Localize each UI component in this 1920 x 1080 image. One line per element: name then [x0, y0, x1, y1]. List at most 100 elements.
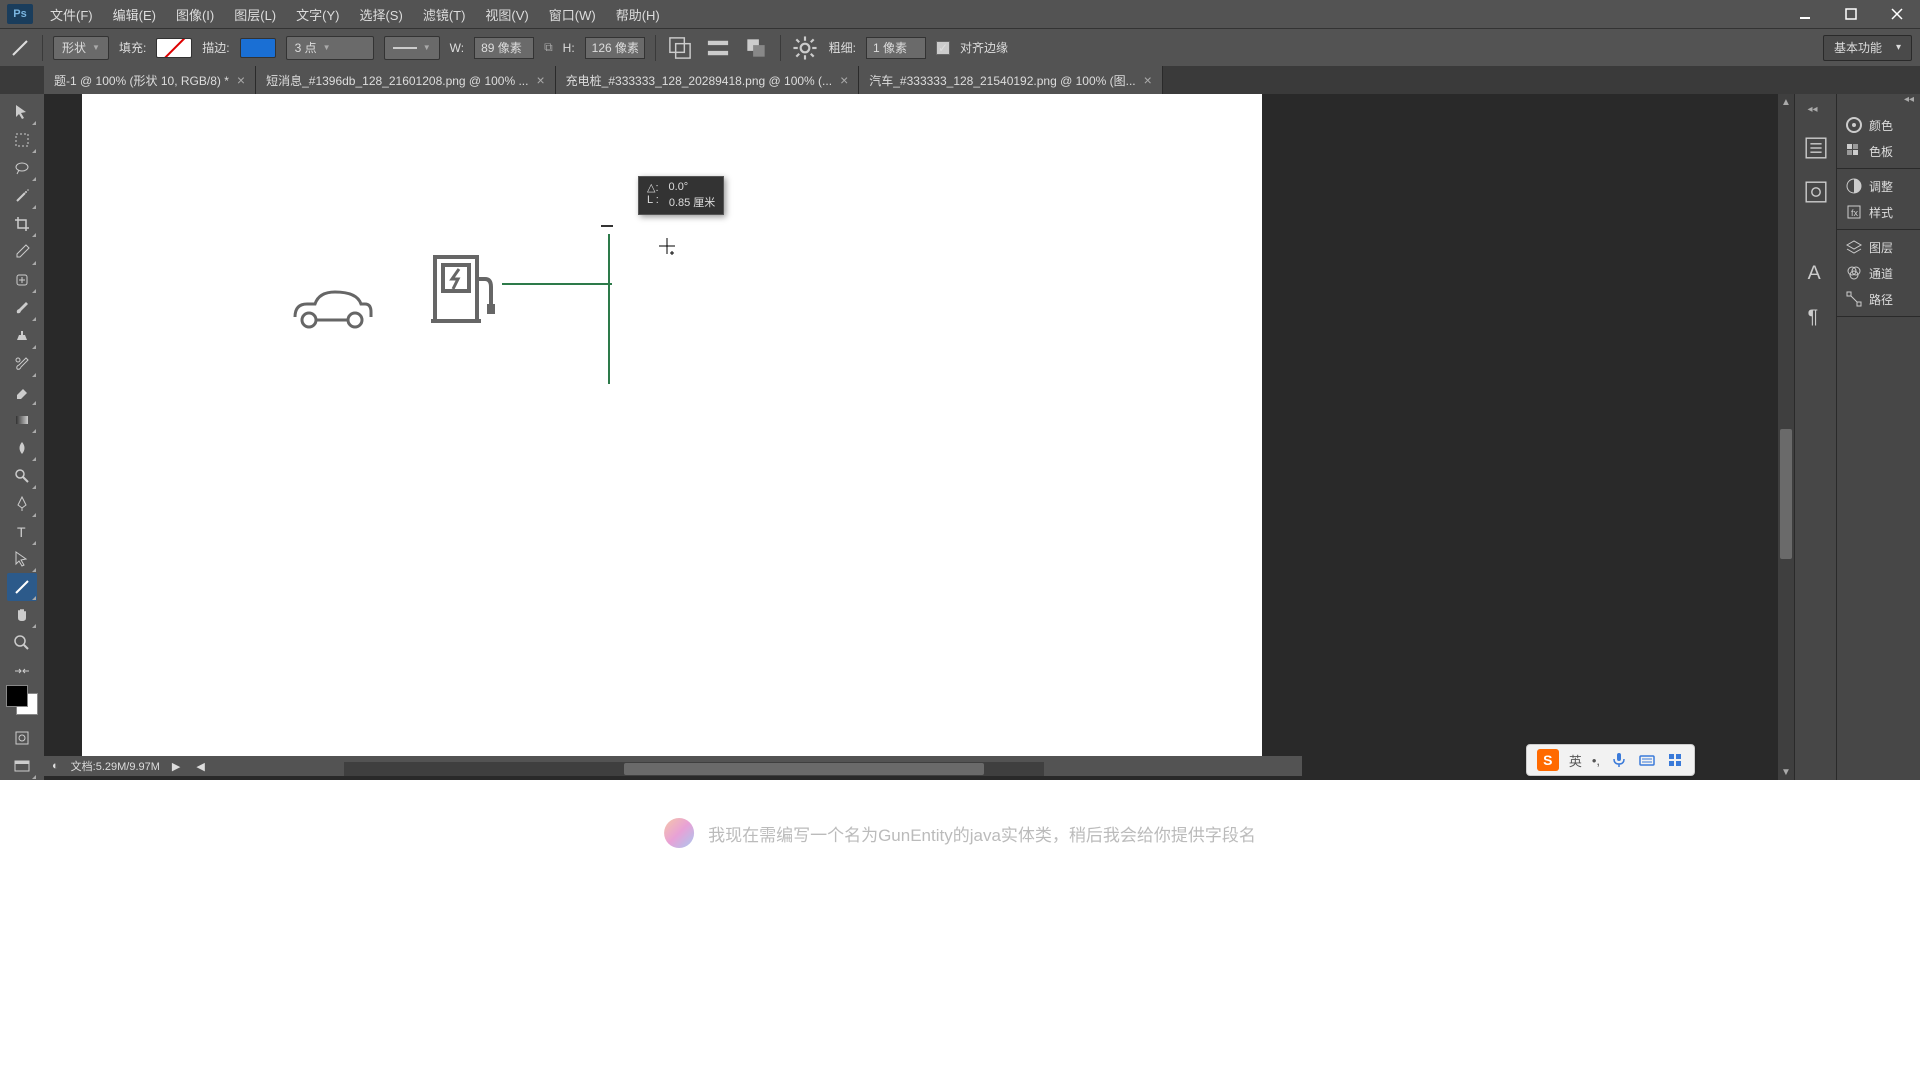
expand-panels-icon[interactable]: ◂◂: [1807, 104, 1823, 118]
character-panel-icon[interactable]: A: [1802, 258, 1830, 286]
menu-view[interactable]: 视图(V): [475, 5, 538, 24]
horizontal-scroll-thumb[interactable]: [624, 763, 984, 775]
properties-panel-icon[interactable]: [1802, 178, 1830, 206]
document-canvas[interactable]: △:0.0° L :0.85 厘米: [82, 94, 1262, 764]
menu-edit[interactable]: 编辑(E): [103, 5, 166, 24]
brush-tool[interactable]: [7, 294, 37, 322]
menu-layer[interactable]: 图层(L): [224, 5, 286, 24]
document-tabs: 题-1 @ 100% (形状 10, RGB/8) *× 短消息_#1396db…: [0, 66, 1920, 94]
close-icon[interactable]: ×: [237, 72, 245, 88]
height-label: H:: [563, 41, 575, 55]
minimize-button[interactable]: [1782, 0, 1828, 28]
menu-filter[interactable]: 滤镜(T): [413, 5, 476, 24]
clone-stamp-tool[interactable]: [7, 322, 37, 350]
status-menu-arrow-icon[interactable]: ▶: [172, 760, 180, 773]
panel-channels[interactable]: 通道: [1837, 260, 1920, 286]
width-input[interactable]: [474, 37, 534, 59]
ime-lang[interactable]: 英: [1569, 751, 1582, 770]
magic-wand-tool[interactable]: [7, 182, 37, 210]
menu-help[interactable]: 帮助(H): [606, 5, 670, 24]
ime-punct-icon[interactable]: •,: [1592, 753, 1600, 768]
keyboard-icon[interactable]: [1638, 751, 1656, 769]
path-arrange-icon[interactable]: [742, 36, 770, 60]
collapse-panels-icon[interactable]: ◂◂: [1837, 94, 1920, 108]
screen-mode-icon[interactable]: [7, 752, 37, 780]
panel-swatches[interactable]: 色板: [1837, 138, 1920, 164]
eraser-tool[interactable]: [7, 378, 37, 406]
close-icon[interactable]: ×: [840, 72, 848, 88]
panel-layers[interactable]: 图层: [1837, 234, 1920, 260]
dodge-tool[interactable]: [7, 462, 37, 490]
align-edges-checkbox[interactable]: ✓: [936, 41, 950, 55]
menu-type[interactable]: 文字(Y): [286, 5, 349, 24]
panel-color[interactable]: 颜色: [1837, 112, 1920, 138]
type-tool[interactable]: T: [7, 518, 37, 546]
ime-toolbar[interactable]: S 英 •,: [1526, 744, 1695, 776]
height-input[interactable]: [585, 37, 645, 59]
thickness-input[interactable]: [866, 37, 926, 59]
menu-window[interactable]: 窗口(W): [539, 5, 606, 24]
pen-tool[interactable]: [7, 490, 37, 518]
healing-brush-tool[interactable]: [7, 266, 37, 294]
close-icon[interactable]: ×: [1144, 72, 1152, 88]
title-bar: Ps 文件(F) 编辑(E) 图像(I) 图层(L) 文字(Y) 选择(S) 滤…: [0, 0, 1920, 28]
stroke-swatch[interactable]: [240, 38, 276, 58]
panel-styles[interactable]: fx样式: [1837, 199, 1920, 225]
panel-adjustments[interactable]: 调整: [1837, 173, 1920, 199]
path-selection-tool[interactable]: [7, 546, 37, 574]
menu-file[interactable]: 文件(F): [40, 5, 103, 24]
menu-select[interactable]: 选择(S): [349, 5, 412, 24]
tab-doc-1[interactable]: 题-1 @ 100% (形状 10, RGB/8) *×: [44, 66, 256, 94]
history-brush-tool[interactable]: [7, 350, 37, 378]
fill-swatch[interactable]: [156, 38, 192, 58]
gradient-tool[interactable]: [7, 406, 37, 434]
car-icon: [287, 282, 377, 332]
blur-tool[interactable]: [7, 434, 37, 462]
stroke-style-select[interactable]: [384, 36, 440, 60]
link-wh-icon[interactable]: ⧉: [544, 40, 553, 55]
history-panel-icon[interactable]: [1802, 134, 1830, 162]
scroll-down-arrow-icon[interactable]: ▼: [1778, 764, 1794, 780]
scroll-up-arrow-icon[interactable]: ▲: [1778, 94, 1794, 110]
gear-icon[interactable]: [791, 36, 819, 60]
tab-doc-3[interactable]: 充电桩_#333333_128_20289418.png @ 100% (...…: [556, 66, 860, 94]
move-tool[interactable]: [7, 98, 37, 126]
current-tool-icon[interactable]: [8, 36, 32, 60]
shape-handle: [601, 224, 613, 228]
microphone-icon[interactable]: [1610, 751, 1628, 769]
close-button[interactable]: [1874, 0, 1920, 28]
path-operations-icon[interactable]: [666, 36, 694, 60]
sogou-logo-icon[interactable]: S: [1537, 749, 1559, 771]
shape-mode-select[interactable]: 形状: [53, 36, 109, 60]
menu-image[interactable]: 图像(I): [166, 5, 224, 24]
grid-icon[interactable]: [1666, 751, 1684, 769]
hscroll-left-arrow-icon[interactable]: ◀: [196, 760, 204, 773]
vertical-scroll-thumb[interactable]: [1780, 429, 1792, 559]
stroke-width-select[interactable]: 3 点: [286, 36, 374, 60]
status-icon[interactable]: ◐: [52, 760, 59, 772]
marquee-tool[interactable]: [7, 126, 37, 154]
path-align-icon[interactable]: [704, 36, 732, 60]
horizontal-scrollbar[interactable]: [344, 762, 1044, 776]
thickness-label: 粗细:: [829, 39, 856, 56]
quick-mask-icon[interactable]: [7, 724, 37, 752]
workspace-select[interactable]: 基本功能: [1823, 35, 1912, 61]
swap-colors-icon[interactable]: [7, 663, 37, 679]
canvas-area[interactable]: △:0.0° L :0.85 厘米 ▲ ▼: [44, 94, 1794, 780]
panel-paths[interactable]: 路径: [1837, 286, 1920, 312]
paragraph-panel-icon[interactable]: ¶: [1802, 302, 1830, 330]
zoom-tool[interactable]: [7, 629, 37, 657]
line-tool[interactable]: [7, 573, 37, 601]
maximize-button[interactable]: [1828, 0, 1874, 28]
crop-tool[interactable]: [7, 210, 37, 238]
color-swatches[interactable]: [6, 685, 38, 715]
panel-stack: ◂◂ 颜色 色板 调整 fx样式 图层 通道 路径: [1836, 94, 1920, 780]
vertical-scrollbar[interactable]: ▲ ▼: [1778, 94, 1794, 780]
tab-doc-2[interactable]: 短消息_#1396db_128_21601208.png @ 100% ...×: [256, 66, 556, 94]
tab-doc-4[interactable]: 汽车_#333333_128_21540192.png @ 100% (图...…: [859, 66, 1163, 94]
hand-tool[interactable]: [7, 601, 37, 629]
lasso-tool[interactable]: [7, 154, 37, 182]
close-icon[interactable]: ×: [536, 72, 544, 88]
eyedropper-tool[interactable]: [7, 238, 37, 266]
foreground-color-swatch[interactable]: [6, 685, 28, 707]
